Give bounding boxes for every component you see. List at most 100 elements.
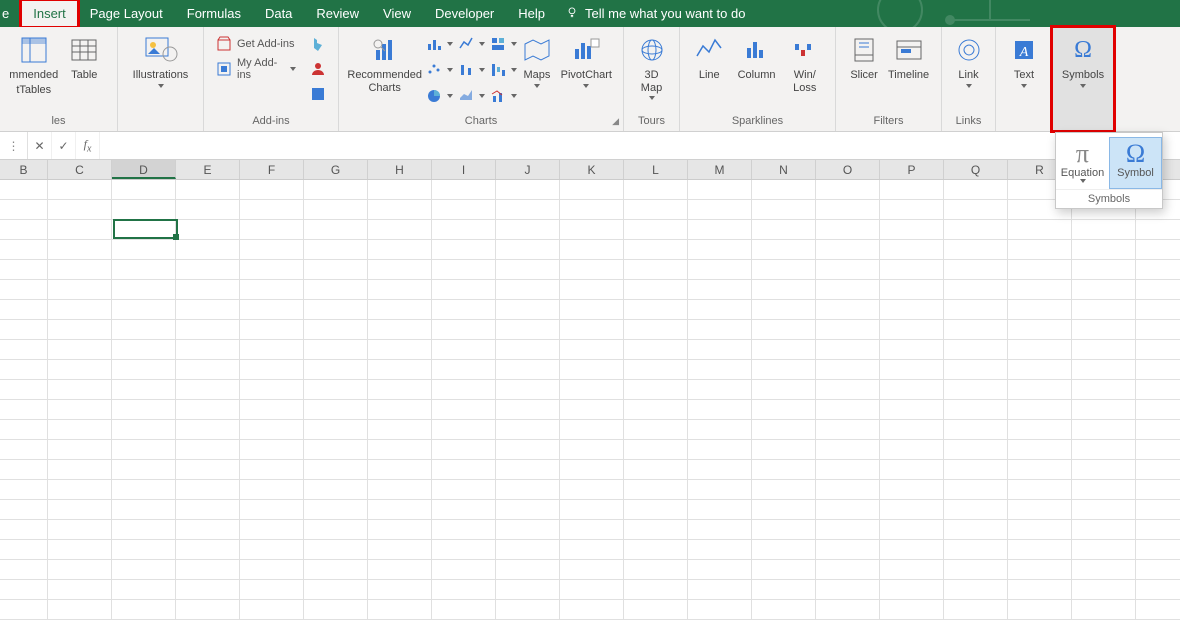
cell[interactable] <box>48 380 112 400</box>
cell[interactable] <box>496 520 560 540</box>
cell[interactable] <box>496 280 560 300</box>
sparkline-winloss-button[interactable]: Win/ Loss <box>783 33 827 113</box>
cell[interactable] <box>688 240 752 260</box>
cell[interactable] <box>432 460 496 480</box>
waterfall-chart-button[interactable] <box>486 59 516 81</box>
cell[interactable] <box>496 260 560 280</box>
cell[interactable] <box>304 320 368 340</box>
cell[interactable] <box>752 180 816 200</box>
cell[interactable] <box>368 300 432 320</box>
cell[interactable] <box>688 420 752 440</box>
cell[interactable] <box>496 220 560 240</box>
cell[interactable] <box>1008 240 1072 260</box>
cell[interactable] <box>496 200 560 220</box>
cell[interactable] <box>624 380 688 400</box>
col-header-g[interactable]: G <box>304 160 368 179</box>
cell[interactable] <box>304 500 368 520</box>
cell[interactable] <box>816 440 880 460</box>
cell[interactable] <box>688 400 752 420</box>
cell[interactable] <box>368 540 432 560</box>
cell[interactable] <box>688 380 752 400</box>
col-header-k[interactable]: K <box>560 160 624 179</box>
cell[interactable] <box>752 340 816 360</box>
cell[interactable] <box>304 200 368 220</box>
cell[interactable] <box>240 280 304 300</box>
slicer-button[interactable]: Slicer <box>844 33 884 113</box>
cell[interactable] <box>880 260 944 280</box>
cell[interactable] <box>368 200 432 220</box>
cell[interactable] <box>176 220 240 240</box>
cell[interactable] <box>624 520 688 540</box>
pie-chart-button[interactable] <box>422 85 452 107</box>
cell[interactable] <box>176 420 240 440</box>
cell[interactable] <box>432 420 496 440</box>
cell[interactable] <box>560 400 624 420</box>
cell[interactable] <box>368 340 432 360</box>
cell[interactable] <box>944 400 1008 420</box>
cell[interactable] <box>624 300 688 320</box>
formula-input[interactable] <box>100 139 1180 153</box>
cell[interactable] <box>880 320 944 340</box>
cell[interactable] <box>176 320 240 340</box>
cell[interactable] <box>496 360 560 380</box>
cell[interactable] <box>176 480 240 500</box>
cell[interactable] <box>816 280 880 300</box>
cell[interactable] <box>752 360 816 380</box>
cell[interactable] <box>944 380 1008 400</box>
cell[interactable] <box>1136 300 1180 320</box>
cell[interactable] <box>752 500 816 520</box>
cell[interactable] <box>432 300 496 320</box>
cell[interactable] <box>240 460 304 480</box>
cell[interactable] <box>560 380 624 400</box>
cell[interactable] <box>752 200 816 220</box>
cell[interactable] <box>1072 520 1136 540</box>
tab-review[interactable]: Review <box>304 0 371 27</box>
cell[interactable] <box>432 360 496 380</box>
cell[interactable] <box>624 320 688 340</box>
cell[interactable] <box>496 400 560 420</box>
cell[interactable] <box>240 180 304 200</box>
cell[interactable] <box>496 320 560 340</box>
cell[interactable] <box>368 260 432 280</box>
combo-chart-button[interactable] <box>486 85 516 107</box>
cell[interactable] <box>432 540 496 560</box>
cell[interactable] <box>688 200 752 220</box>
cell[interactable] <box>432 280 496 300</box>
cell[interactable] <box>880 500 944 520</box>
cell[interactable] <box>496 300 560 320</box>
cell[interactable] <box>1008 540 1072 560</box>
line-chart-button[interactable] <box>454 33 484 55</box>
cell[interactable] <box>240 560 304 580</box>
cell[interactable] <box>0 600 48 620</box>
cell[interactable] <box>0 200 48 220</box>
cell[interactable] <box>1008 400 1072 420</box>
cell[interactable] <box>112 280 176 300</box>
cell[interactable] <box>112 460 176 480</box>
cell[interactable] <box>368 500 432 520</box>
cell[interactable] <box>560 540 624 560</box>
cell[interactable] <box>624 580 688 600</box>
cell[interactable] <box>1136 520 1180 540</box>
tab-view[interactable]: View <box>371 0 423 27</box>
cell[interactable] <box>1072 340 1136 360</box>
col-header-d[interactable]: D <box>112 160 176 179</box>
cell[interactable] <box>944 180 1008 200</box>
cell[interactable] <box>816 460 880 480</box>
cell[interactable] <box>1072 460 1136 480</box>
cell[interactable] <box>432 320 496 340</box>
cell[interactable] <box>432 240 496 260</box>
cell[interactable] <box>240 320 304 340</box>
cell[interactable] <box>368 460 432 480</box>
cell[interactable] <box>176 440 240 460</box>
cell[interactable] <box>112 480 176 500</box>
cell[interactable] <box>496 420 560 440</box>
cell[interactable] <box>1136 240 1180 260</box>
cell[interactable] <box>944 460 1008 480</box>
cell[interactable] <box>176 340 240 360</box>
cell[interactable] <box>432 560 496 580</box>
cell[interactable] <box>112 580 176 600</box>
cell[interactable] <box>624 340 688 360</box>
cell[interactable] <box>0 380 48 400</box>
cell[interactable] <box>560 320 624 340</box>
cell[interactable] <box>240 200 304 220</box>
